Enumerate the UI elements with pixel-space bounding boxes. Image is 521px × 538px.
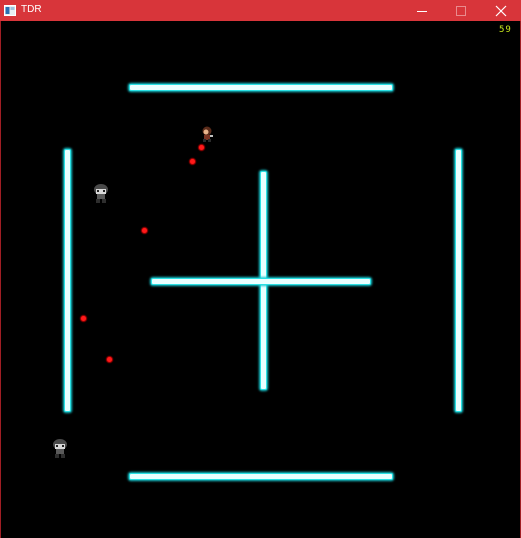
bullet — [142, 228, 147, 233]
wall-right — [456, 150, 461, 411]
enemy-grey — [94, 184, 108, 203]
maximize-icon — [456, 6, 466, 16]
window-title: TDR — [21, 4, 42, 15]
wall-center-horizontal — [152, 279, 370, 284]
window-titlebar[interactable]: TDR — [0, 0, 521, 21]
wall-top — [130, 85, 392, 90]
bullet — [190, 159, 195, 164]
minimize-icon — [417, 11, 427, 12]
close-icon — [495, 5, 507, 17]
close-button[interactable] — [481, 0, 521, 21]
player-character — [202, 126, 213, 142]
wall-left — [65, 150, 70, 411]
maximize-button[interactable] — [441, 0, 481, 21]
bullet — [199, 145, 204, 150]
wall-bottom — [130, 474, 392, 479]
game-canvas[interactable]: 59 — [0, 21, 521, 538]
enemy-grey — [53, 439, 67, 458]
fps-counter: 59 — [499, 25, 512, 35]
minimize-button[interactable] — [402, 0, 442, 21]
bullet — [107, 357, 112, 362]
app-icon — [4, 5, 16, 16]
bullet — [81, 316, 86, 321]
